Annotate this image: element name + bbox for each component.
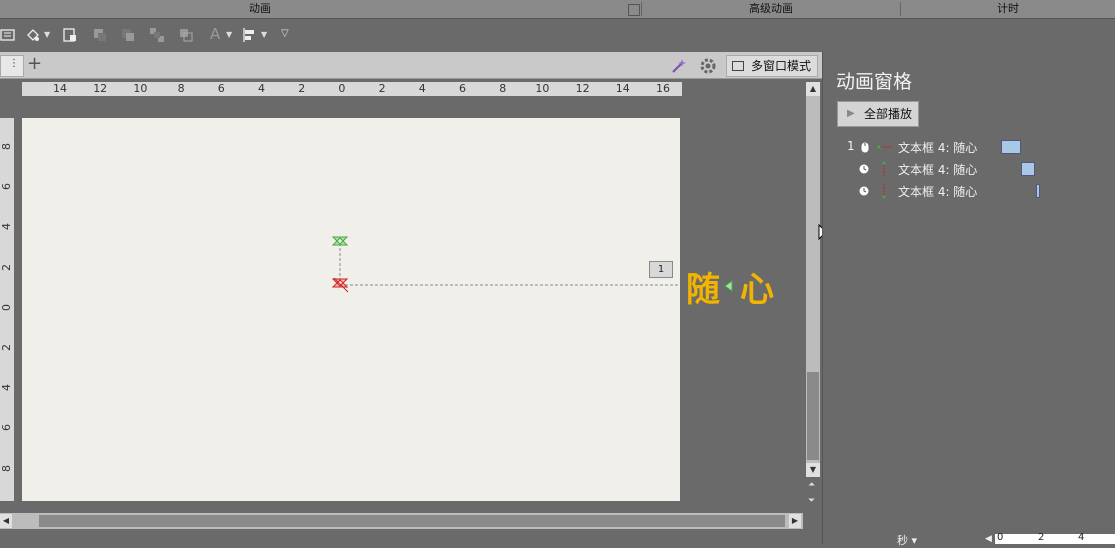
ruler-label: 6 (459, 82, 466, 95)
ruler-label: 2 (0, 344, 13, 351)
group-objects-icon[interactable] (149, 27, 165, 43)
chevron-down-icon[interactable]: ▼ (226, 30, 232, 39)
gear-icon[interactable] (699, 57, 717, 75)
motion-start-marker[interactable] (331, 236, 349, 246)
document-tab-strip: ⋮ + 多窗口模式 (0, 52, 822, 79)
mouse-icon (861, 142, 869, 153)
timeline-tick-label: 2 (1038, 532, 1045, 543)
ruler-label: 6 (0, 183, 13, 191)
vertical-ruler: 8 6 4 2 0 2 4 6 8 (0, 118, 14, 501)
send-backward-icon[interactable] (120, 27, 136, 43)
ruler-label: 2 (298, 82, 306, 95)
ruler-label: 12 (93, 82, 108, 95)
animation-list-item[interactable]: 文本框 4: 随心 (823, 159, 1115, 179)
vertical-scroll-thumb[interactable] (807, 372, 819, 460)
ruler-label: 8 (177, 82, 185, 95)
animation-order-badge[interactable]: 1 (649, 261, 673, 278)
ruler-label: 16 (656, 82, 670, 95)
scroll-down-arrow[interactable]: ▼ (806, 463, 820, 477)
group-advanced-label: 高级动画 (749, 2, 793, 15)
timeline-unit-dropdown[interactable]: 秒 ▾ (897, 532, 917, 548)
ruler-label: 14 (53, 82, 67, 95)
ruler-label: 8 (0, 143, 13, 150)
scroll-up-arrow[interactable]: ▲ (806, 82, 820, 96)
magic-wand-icon[interactable] (670, 57, 688, 75)
dialog-launcher-icon[interactable] (628, 4, 640, 16)
multi-window-label: 多窗口模式 (750, 59, 811, 73)
ruler-label: 10 (535, 82, 550, 95)
animation-list-item[interactable]: 文本框 4: 随心 (823, 181, 1115, 201)
animation-pane-title: 动画窗格 (836, 71, 913, 93)
animation-item-label: 文本框 4: 随心 (898, 163, 978, 177)
animation-index: 1 (847, 139, 855, 153)
chevron-down-icon[interactable]: ▼ (44, 30, 50, 39)
ruler-label: 2 (0, 263, 13, 271)
ungroup-objects-icon[interactable] (178, 27, 194, 43)
ribbon-group-bar: 动画 高级动画 计时 (0, 0, 1115, 19)
previous-slide-icon[interactable]: ⏶ (808, 480, 815, 490)
play-icon: ▶ (847, 108, 855, 119)
next-slide-icon[interactable]: ⏷ (808, 496, 815, 506)
clock-icon (859, 186, 869, 196)
ruler-label: 0 (0, 303, 13, 311)
motion-path-effect-icon (882, 184, 886, 199)
text-box-icon[interactable] (0, 27, 16, 43)
bring-forward-icon[interactable] (92, 27, 108, 43)
horizontal-scroll-thumb[interactable] (39, 515, 785, 527)
drawing-toolbar: ▼ A ▼ ▼ ▽ (0, 19, 1115, 52)
group-timing-label: 计时 (997, 2, 1019, 15)
selection-pane-icon[interactable] (62, 27, 78, 43)
play-all-label: 全部播放 (864, 107, 913, 121)
animation-item-label: 文本框 4: 随心 (898, 141, 978, 155)
align-icon[interactable] (241, 27, 257, 43)
ruler-label: 4 (0, 223, 13, 231)
ruler-label: 2 (378, 82, 386, 95)
ruler-label: 4 (0, 384, 13, 392)
horizontal-scrollbar[interactable]: ◀ ▶ (0, 513, 803, 529)
shape-fill-icon[interactable] (25, 27, 41, 43)
ruler-label: 12 (575, 82, 590, 95)
font-color-icon[interactable]: A (210, 25, 220, 43)
ruler-label: 6 (0, 424, 13, 432)
animation-item-label: 文本框 4: 随心 (898, 185, 978, 199)
animation-pane: 动画窗格 ▶ 全部播放 1 文本框 4: 随心 文本框 4: 随心 文本框 4:… (822, 52, 1115, 547)
timeline-scroll-left[interactable]: ◀ (985, 534, 992, 544)
animation-list-item[interactable]: 1 文本框 4: 随心 (823, 137, 1115, 157)
motion-path-effect-icon (882, 161, 886, 176)
new-tab-button[interactable]: + (27, 53, 42, 74)
slide-text-char[interactable]: 随 (686, 262, 720, 311)
ruler-label: 4 (418, 82, 426, 95)
ruler-label: 8 (0, 464, 13, 472)
ruler-label: 10 (133, 82, 148, 95)
play-all-button[interactable]: ▶ 全部播放 (837, 101, 919, 127)
motion-path-effect-icon (877, 145, 892, 149)
ruler-label: 8 (499, 82, 507, 95)
more-options-icon[interactable]: ▽ (281, 28, 289, 39)
timing-bar[interactable] (1001, 140, 1021, 154)
horizontal-ruler: 14 12 10 8 6 4 2 0 2 4 6 8 10 12 14 16 (22, 82, 682, 96)
vertical-scrollbar[interactable]: ▲ ▼ (806, 82, 820, 477)
timeline-tick-label: 4 (1078, 532, 1085, 543)
ruler-label: 14 (615, 82, 630, 95)
timeline-ruler: 0 2 4 (995, 532, 1115, 544)
slide-canvas[interactable] (22, 118, 680, 501)
motion-path-overlay (331, 236, 680, 293)
group-animation-label: 动画 (249, 2, 271, 15)
scroll-right-arrow[interactable]: ▶ (789, 514, 801, 528)
multi-window-mode-button[interactable]: 多窗口模式 (725, 55, 818, 77)
clock-icon (859, 164, 869, 174)
ruler-label: 0 (338, 82, 346, 95)
ruler-label: 4 (258, 82, 265, 95)
path-direction-arrow (724, 280, 733, 292)
ruler-label: 6 (217, 82, 225, 95)
slide-text-char[interactable]: 心 (740, 262, 774, 311)
window-icon (731, 61, 744, 71)
chevron-down-icon[interactable]: ▼ (261, 30, 267, 39)
scroll-left-arrow[interactable]: ◀ (0, 514, 12, 528)
timing-bar[interactable] (1021, 162, 1035, 176)
timeline-tick-label: 0 (997, 532, 1004, 543)
timing-bar[interactable] (1036, 184, 1040, 198)
tab-menu-icon[interactable]: ⋮ (0, 55, 24, 77)
